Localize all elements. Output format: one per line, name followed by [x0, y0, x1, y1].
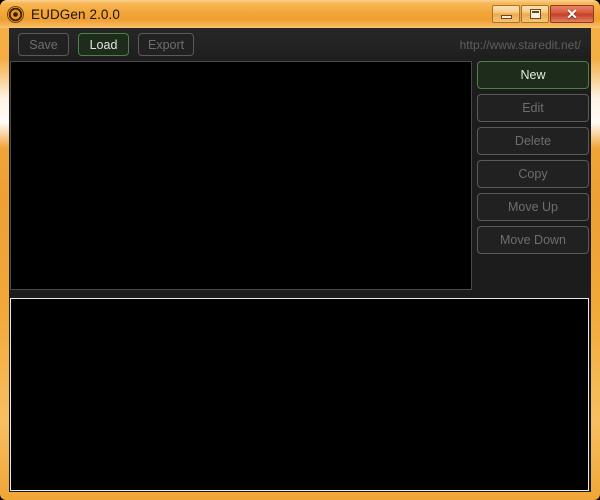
window-border-highlight-right — [591, 58, 600, 148]
export-button[interactable]: Export — [138, 33, 195, 56]
toolbar: Save Load Export http://www.staredit.net… — [9, 28, 591, 61]
website-url-label: http://www.staredit.net/ — [459, 37, 581, 52]
save-button[interactable]: Save — [18, 33, 69, 56]
maximize-icon — [529, 9, 541, 19]
window-controls: ✕ — [492, 5, 594, 23]
move-down-button[interactable]: Move Down — [477, 226, 589, 254]
action-button-column: New Edit Delete Copy Move Up Move Down — [477, 61, 589, 254]
copy-button[interactable]: Copy — [477, 160, 589, 188]
window-border-highlight-left — [0, 58, 9, 148]
bullseye-icon — [7, 5, 24, 23]
new-button[interactable]: New — [477, 61, 589, 89]
delete-button[interactable]: Delete — [477, 127, 589, 155]
minimize-icon — [500, 14, 512, 19]
app-window: EUDGen 2.0.0 ✕ Save Load Export http://w… — [0, 0, 600, 500]
minimize-button[interactable] — [492, 5, 520, 23]
title-bar[interactable]: EUDGen 2.0.0 ✕ — [0, 0, 600, 28]
move-up-button[interactable]: Move Up — [477, 193, 589, 221]
client-area: Save Load Export http://www.staredit.net… — [9, 28, 591, 492]
window-title: EUDGen 2.0.0 — [31, 6, 120, 22]
load-button[interactable]: Load — [78, 33, 129, 56]
edit-button[interactable]: Edit — [477, 94, 589, 122]
close-icon: ✕ — [566, 6, 578, 22]
maximize-button[interactable] — [521, 5, 549, 23]
close-button[interactable]: ✕ — [550, 5, 594, 23]
trigger-list-panel[interactable] — [10, 61, 472, 290]
detail-panel[interactable] — [10, 298, 589, 491]
